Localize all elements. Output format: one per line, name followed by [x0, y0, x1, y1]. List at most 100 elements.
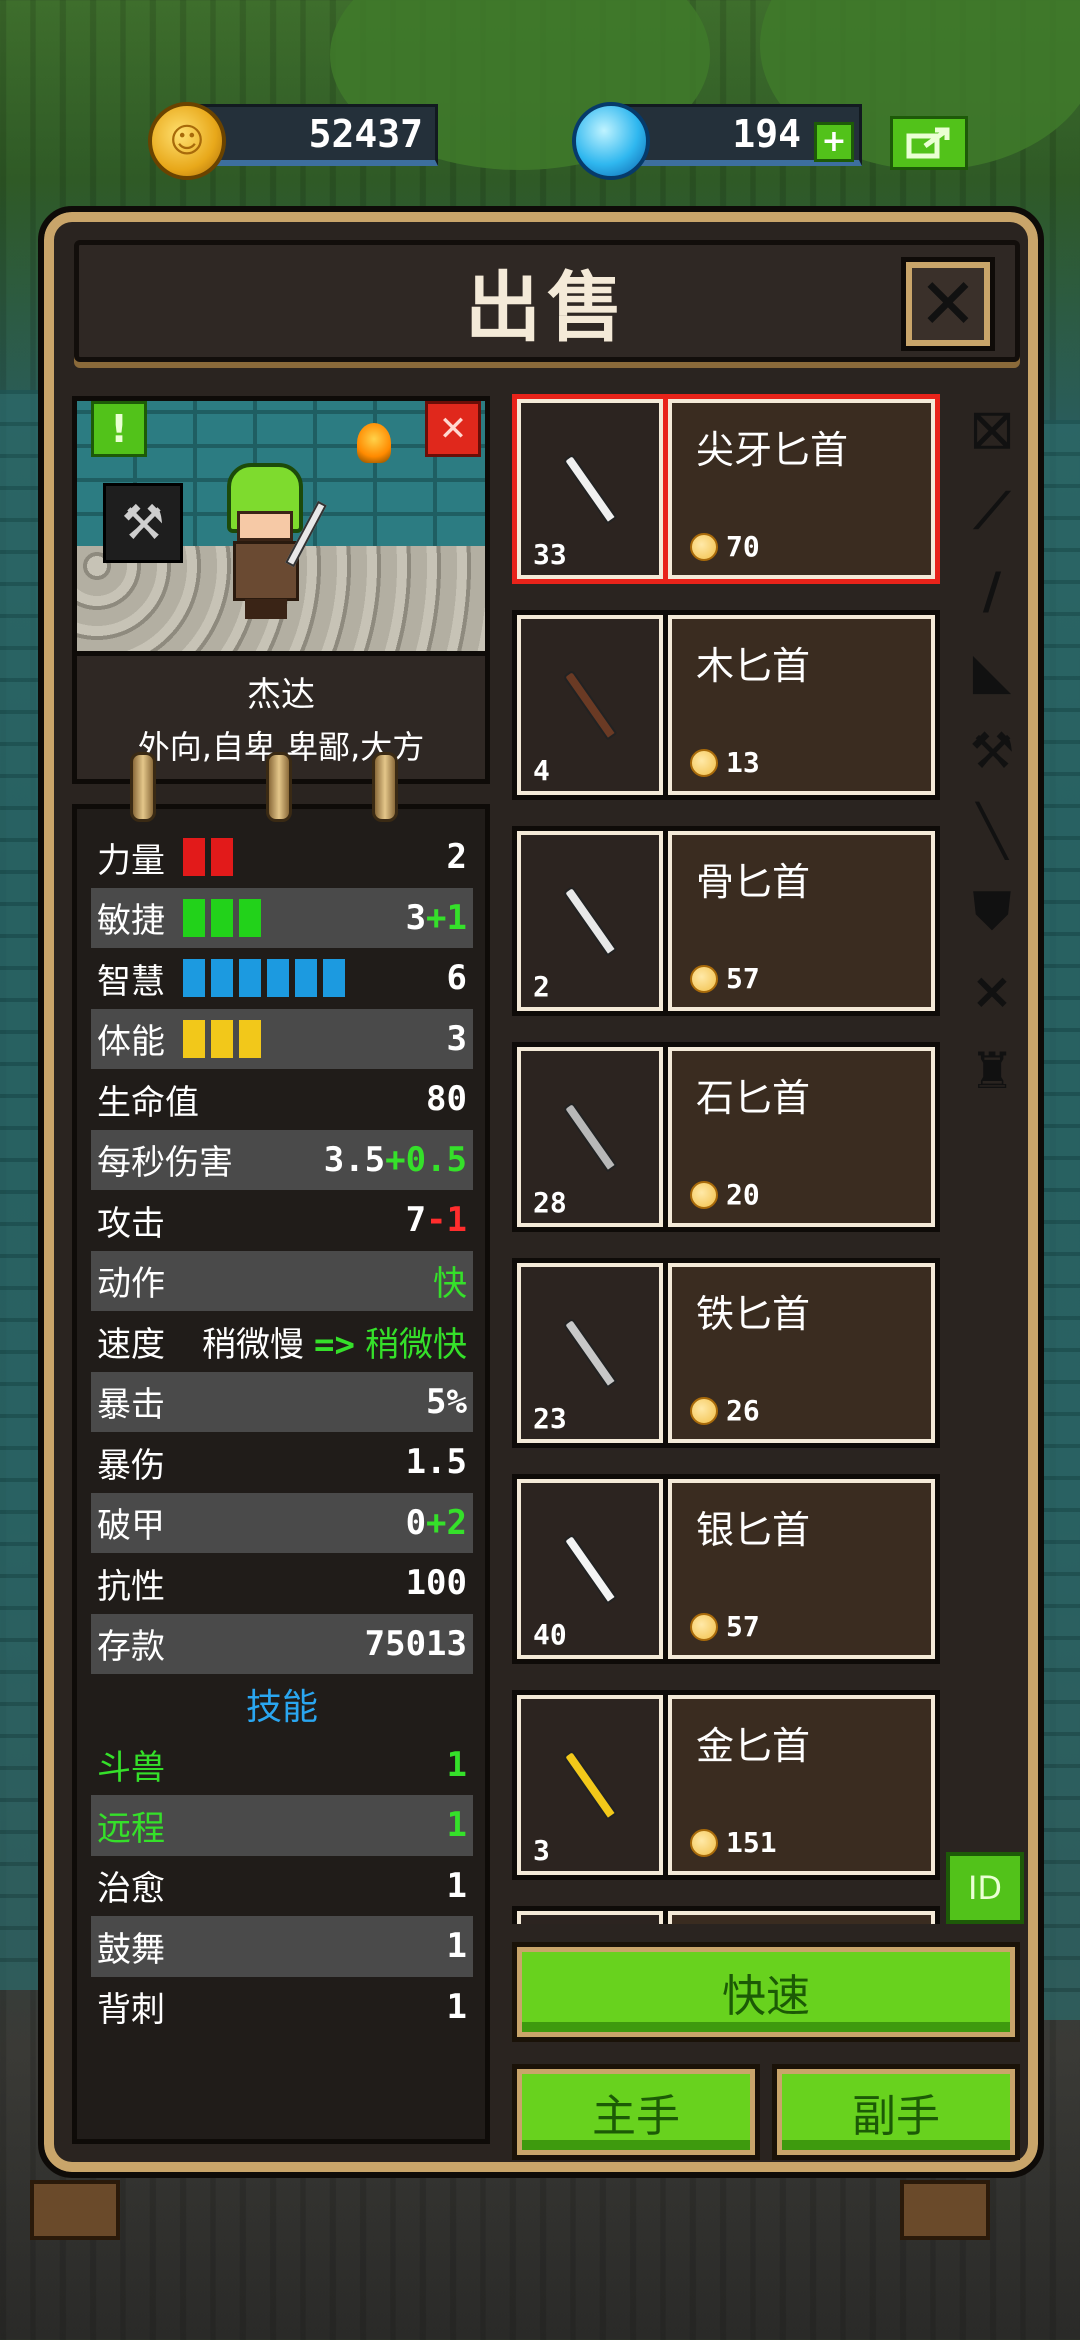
item-price: 151 — [690, 1826, 777, 1859]
background-wall — [1040, 420, 1080, 2020]
stat-bar-segment — [211, 898, 233, 937]
shield-icon[interactable]: ⛊ — [954, 876, 1030, 946]
stat-row: 破甲 0+2 — [91, 1492, 473, 1553]
item-info: 铁匕首 26 — [668, 1258, 940, 1448]
stat-label: 暴伤 — [97, 1445, 165, 1486]
item-price-value: 20 — [726, 1178, 760, 1211]
share-button[interactable] — [890, 116, 968, 170]
stat-row: 动作 快 — [91, 1250, 473, 1311]
stat-row: 智慧 6 — [91, 948, 473, 1009]
item-price-value: 70 — [726, 530, 760, 563]
stat-bar-segment — [183, 959, 205, 998]
blade-icon[interactable]: ⟋ — [954, 476, 1030, 546]
coin-amount: 52437 — [308, 111, 423, 156]
add-gems-button[interactable]: + — [814, 122, 854, 162]
bow-icon[interactable]: ⨯ — [954, 956, 1030, 1026]
item-thumbnail: 28 — [512, 1042, 668, 1232]
skills-title: 技能 — [245, 1687, 318, 1729]
item-quantity: 2 — [533, 970, 550, 1003]
item-card[interactable]: 2 骨匕首 57 — [512, 826, 940, 1016]
stat-bar-segment — [239, 1019, 261, 1058]
close-button[interactable]: ✕ — [901, 257, 995, 351]
stat-bars — [183, 1019, 261, 1058]
item-quantity: 40 — [533, 1618, 567, 1651]
stat-row: 暴击 5% — [91, 1371, 473, 1432]
skill-level: 1 — [446, 1926, 467, 1967]
boot-icon[interactable]: ◣ — [954, 636, 1030, 706]
hero-name: 杰达 — [247, 675, 315, 715]
stat-value: 7-1 — [406, 1200, 467, 1240]
stat-bars — [183, 898, 261, 937]
stat-value: 3+1 — [406, 898, 467, 938]
dismiss-hero-button[interactable]: ✕ — [425, 401, 481, 457]
staff-icon[interactable]: ╲ — [954, 796, 1030, 866]
item-card[interactable]: 28 石匕首 20 — [512, 1042, 940, 1232]
main-hand-button[interactable]: 主手 — [512, 2064, 760, 2160]
sell-dialog: 出售 ✕ ! ✕ ⚒ 杰达 外向,自卑,卑鄙,大方 力量 2 敏捷 3+1 智慧 6 体能 3… — [38, 206, 1044, 2178]
torch-icon — [357, 423, 391, 463]
peg — [372, 752, 398, 822]
stat-base-value: 3.5 — [323, 1139, 386, 1180]
dagger-icon — [562, 1533, 618, 1605]
share-icon — [906, 127, 950, 159]
hero-legs — [245, 599, 287, 619]
stat-base-value: 100 — [405, 1563, 467, 1604]
speed-value: 稍微慢 => 稍微快 — [202, 1317, 467, 1366]
stat-bar-segment — [183, 898, 205, 937]
item-list[interactable]: 33 尖牙匕首 70 4 木匕首 13 2 骨匕首 57 28 石匕首 20 23 铁匕首 26 40 银匕首 5… — [512, 394, 942, 1924]
hero-body — [233, 541, 299, 601]
item-card[interactable]: 40 银匕首 57 — [512, 1474, 940, 1664]
stat-label: 敏捷 — [97, 901, 165, 942]
item-card[interactable]: 33 尖牙匕首 70 — [512, 394, 940, 584]
dagger-icon — [562, 669, 618, 741]
item-card[interactable]: 3 金匕首 151 — [512, 1690, 940, 1880]
gem-icon — [572, 102, 650, 180]
item-card[interactable]: 23 铁匕首 26 — [512, 1258, 940, 1448]
item-name: 银匕首 — [696, 1508, 811, 1552]
sword-icon[interactable]: / — [954, 556, 1030, 626]
item-price: 57 — [690, 962, 760, 995]
skill-row: 治愈 1 — [91, 1856, 473, 1917]
skill-label: 远程 — [97, 1808, 165, 1849]
stat-bar-segment — [211, 1019, 233, 1058]
stat-value: 快 — [433, 1256, 467, 1305]
item-name: 金匕首 — [696, 1724, 811, 1768]
stat-row: 速度 稍微慢 => 稍微快 — [91, 1311, 473, 1372]
stat-row: 生命值 80 — [91, 1069, 473, 1130]
stat-label: 智慧 — [97, 961, 165, 1002]
skill-label: 背刺 — [97, 1990, 165, 2031]
off-hand-button[interactable]: 副手 — [772, 2064, 1020, 2160]
item-quantity: 28 — [533, 1186, 567, 1219]
helmet-icon[interactable]: ♜ — [954, 1036, 1030, 1106]
item-name: 骨匕首 — [696, 860, 811, 904]
hero-face — [237, 511, 293, 541]
quick-sell-button[interactable]: 快速 — [512, 1942, 1020, 2042]
stat-value: 5% — [426, 1382, 467, 1422]
coin-icon: ☺ — [148, 102, 226, 180]
stat-row: 攻击 7-1 — [91, 1190, 473, 1251]
coin-icon — [690, 748, 718, 777]
craft-tools-button[interactable]: ⚒ — [103, 483, 183, 563]
item-info: 木匕首 13 — [668, 610, 940, 800]
dagger-icon — [562, 1749, 618, 1821]
shield-cross-icon[interactable]: ⛝ — [954, 396, 1030, 466]
hero-alert-button[interactable]: ! — [91, 401, 147, 457]
item-card[interactable]: 4 木匕首 13 — [512, 610, 940, 800]
dagger-icon — [562, 1101, 618, 1173]
stat-bonus: +0.5 — [385, 1139, 467, 1180]
item-thumbnail: 23 — [512, 1258, 668, 1448]
stat-value: 100 — [406, 1563, 467, 1603]
id-toggle-button[interactable]: ID — [946, 1852, 1024, 1924]
skill-row: 鼓舞 1 — [91, 1916, 473, 1977]
stat-label: 动作 — [97, 1264, 165, 1305]
item-card[interactable] — [512, 1906, 940, 1924]
exclamation-icon: ! — [110, 407, 128, 451]
stat-base-value: 6 — [446, 958, 467, 999]
item-price: 13 — [690, 746, 760, 779]
stat-value: 1.5 — [406, 1442, 467, 1482]
stat-label: 破甲 — [97, 1506, 165, 1547]
item-price: 57 — [690, 1610, 760, 1643]
stat-row: 暴伤 1.5 — [91, 1432, 473, 1493]
item-name: 木匕首 — [696, 644, 811, 688]
axe-icon[interactable]: ⚒ — [954, 716, 1030, 786]
